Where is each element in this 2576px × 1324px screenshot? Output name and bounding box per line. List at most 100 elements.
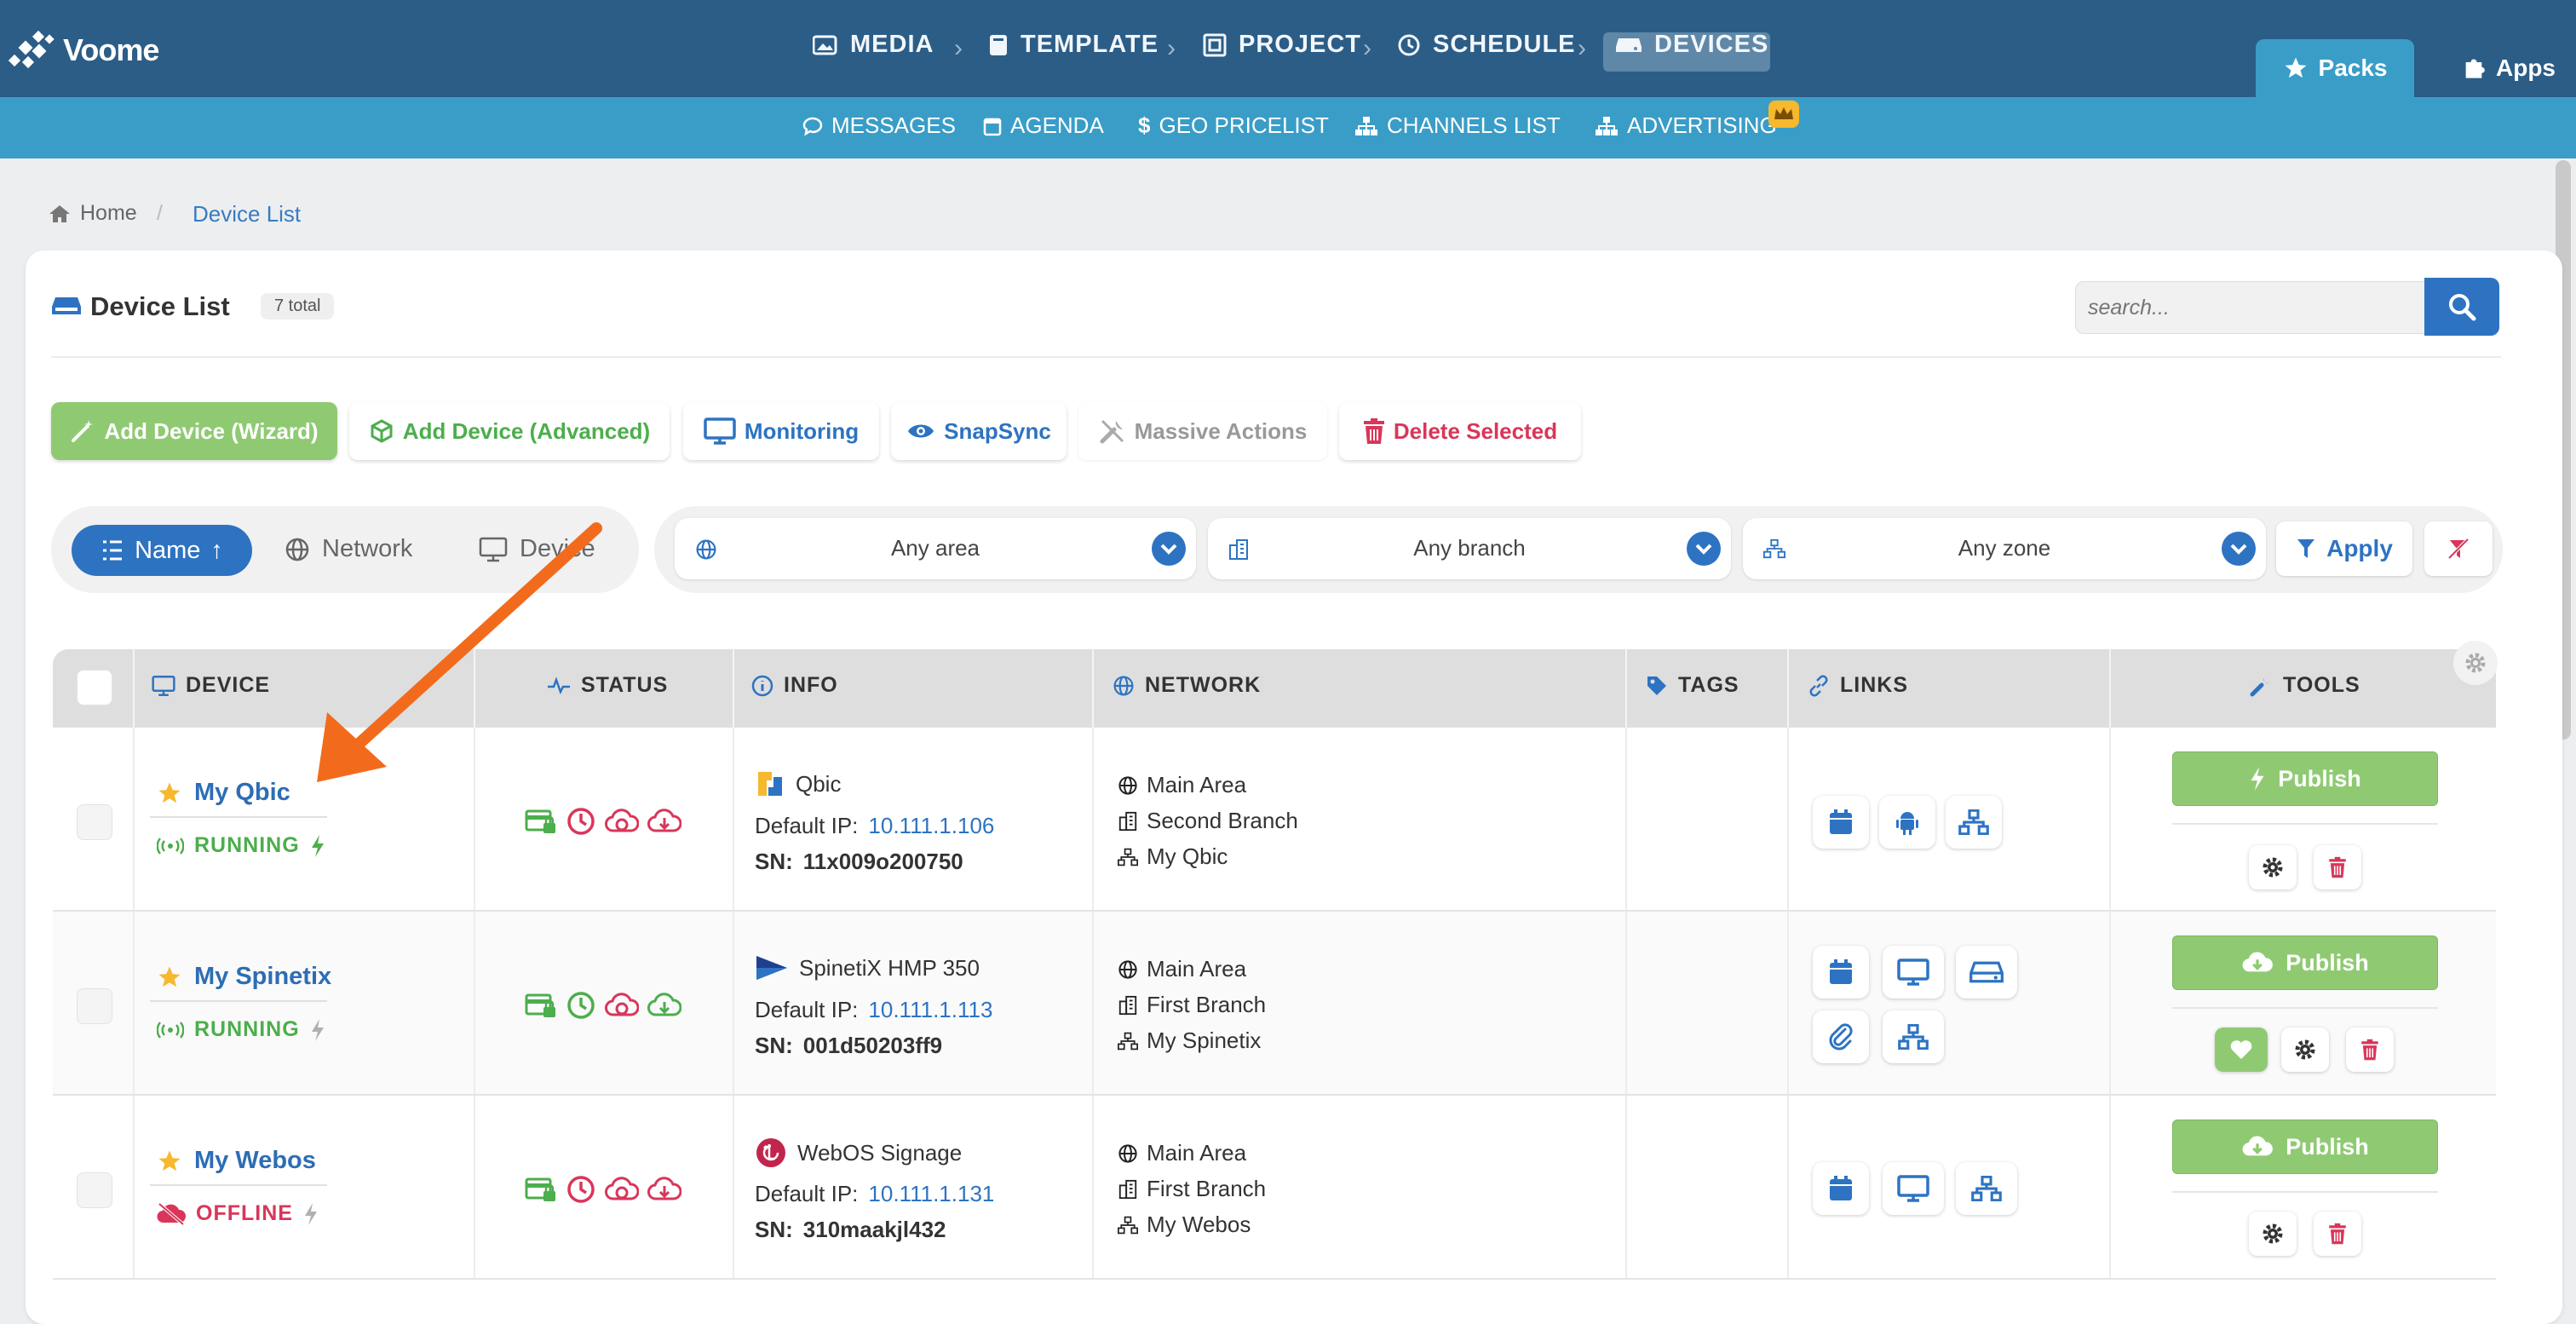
clear-filter-button[interactable]: [2424, 521, 2493, 576]
bolt-icon[interactable]: [303, 1202, 319, 1226]
tab-packs[interactable]: Packs: [2256, 39, 2414, 97]
device-name-link[interactable]: My Qbic: [157, 779, 290, 807]
link-monitor-button[interactable]: [1883, 946, 1944, 999]
row-checkbox[interactable]: [77, 988, 112, 1024]
column-header-network[interactable]: NETWORK: [1113, 673, 1261, 698]
link-monitor-button[interactable]: [1883, 1162, 1944, 1215]
book-icon: [988, 33, 1009, 57]
subnav-geo-pricelist[interactable]: $ GEO PRICELIST: [1138, 112, 1329, 139]
monitor-icon: [1896, 1175, 1930, 1202]
select-all-checkbox[interactable]: [77, 670, 112, 705]
app-name[interactable]: Voome: [63, 32, 159, 68]
nav-media-label: MEDIA: [850, 31, 934, 58]
device-settings-button[interactable]: [2249, 1212, 2297, 1256]
image-icon: [813, 34, 838, 56]
link-storage-button[interactable]: [1956, 946, 2017, 999]
link-android-button[interactable]: [1879, 796, 1935, 849]
breadcrumb-home[interactable]: Home: [48, 201, 137, 226]
search-button[interactable]: [2424, 278, 2499, 336]
nav-schedule[interactable]: SCHEDULE: [1397, 31, 1576, 59]
subnav-agenda[interactable]: AGENDA: [983, 112, 1104, 139]
device-serial-value: 001d50203ff9: [802, 1033, 943, 1058]
nav-schedule-label: SCHEDULE: [1433, 31, 1576, 58]
sort-direction-arrow: ↑: [210, 536, 223, 564]
nav-media[interactable]: MEDIA: [813, 31, 934, 59]
globe-icon: [1113, 675, 1135, 697]
column-header-links[interactable]: LINKS: [1808, 673, 1908, 698]
delete-device-button[interactable]: [2314, 1212, 2361, 1256]
column-header-tags[interactable]: TAGS: [1646, 673, 1739, 698]
subnav-channels-list[interactable]: CHANNELS LIST: [1354, 112, 1561, 139]
table-row[interactable]: [53, 912, 2496, 1096]
column-divider: [733, 1096, 734, 1278]
link-network-button[interactable]: [1946, 796, 2002, 849]
globe-icon: [1118, 959, 1138, 980]
snapsync-button[interactable]: SnapSync: [891, 402, 1067, 460]
link-attachment-button[interactable]: [1813, 1010, 1869, 1063]
android-icon: [1895, 809, 1920, 836]
column-header-network-label: NETWORK: [1145, 673, 1262, 697]
publish-button[interactable]: Publish: [2172, 1120, 2438, 1174]
link-calendar-button[interactable]: [1813, 796, 1869, 849]
star-icon[interactable]: [157, 780, 182, 806]
star-icon[interactable]: [157, 1148, 182, 1174]
column-header-device[interactable]: DEVICE: [152, 673, 270, 698]
sort-by-network-button[interactable]: Network: [285, 535, 412, 563]
tab-apps[interactable]: Apps: [2445, 39, 2573, 97]
sitemap-icon: [1118, 1032, 1138, 1051]
delete-selected-button[interactable]: Delete Selected: [1339, 402, 1581, 460]
delete-device-button[interactable]: [2346, 1028, 2394, 1072]
publish-button[interactable]: Publish: [2172, 935, 2438, 990]
device-ip-link[interactable]: 10.111.1.131: [868, 1181, 994, 1207]
subnav-advertising[interactable]: ADVERTISING: [1595, 112, 1777, 139]
network-branch: First Branch: [1118, 992, 1266, 1018]
nav-template[interactable]: TEMPLATE: [988, 31, 1159, 59]
column-header-tools[interactable]: TOOLS: [2249, 673, 2360, 698]
device-model: Qbic: [755, 768, 841, 799]
monitoring-button[interactable]: Monitoring: [683, 402, 879, 460]
search-input[interactable]: [2075, 281, 2429, 334]
voome-logo-icon[interactable]: [9, 29, 61, 75]
tools-divider: [2172, 1191, 2438, 1193]
column-divider: [2109, 1096, 2111, 1278]
bolt-icon[interactable]: [310, 1018, 325, 1042]
device-name-link[interactable]: My Spinetix: [157, 963, 331, 991]
building-icon: [1118, 995, 1138, 1016]
area-filter-select[interactable]: Any area: [675, 518, 1196, 579]
sort-by-device-button[interactable]: Device: [479, 535, 595, 563]
star-icon[interactable]: [157, 964, 182, 990]
apply-filter-button[interactable]: Apply: [2276, 521, 2412, 576]
nav-project[interactable]: PROJECT: [1203, 31, 1361, 59]
column-divider: [133, 728, 135, 910]
device-name-link[interactable]: My Webos: [157, 1147, 316, 1175]
search-icon: [2447, 292, 2476, 321]
column-header-info[interactable]: INFO: [751, 673, 838, 698]
device-ip-link[interactable]: 10.111.1.113: [868, 997, 992, 1023]
publish-button[interactable]: Publish: [2172, 751, 2438, 806]
zone-filter-select[interactable]: Any zone: [1743, 518, 2266, 579]
bolt-icon[interactable]: [310, 834, 325, 858]
link-network-button[interactable]: [1883, 1010, 1944, 1063]
branch-filter-select[interactable]: Any branch: [1208, 518, 1731, 579]
clock-icon: [566, 990, 596, 1021]
table-settings-button[interactable]: [2453, 641, 2498, 685]
row-checkbox[interactable]: [77, 1172, 112, 1208]
massive-actions-button[interactable]: Massive Actions: [1078, 402, 1327, 460]
link-calendar-button[interactable]: [1813, 1162, 1869, 1215]
row-checkbox[interactable]: [77, 804, 112, 840]
column-header-status[interactable]: STATUS: [547, 673, 668, 698]
link-calendar-button[interactable]: [1813, 946, 1869, 999]
device-ip-link[interactable]: 10.111.1.106: [868, 813, 994, 839]
nav-devices[interactable]: DEVICES: [1615, 31, 1768, 59]
add-device-advanced-button[interactable]: Add Device (Advanced): [349, 402, 670, 460]
sort-by-name-button[interactable]: Name ↑: [72, 525, 252, 576]
device-health-button[interactable]: [2215, 1028, 2268, 1072]
link-network-button[interactable]: [1956, 1162, 2017, 1215]
add-device-wizard-button[interactable]: Add Device (Wizard): [51, 402, 337, 460]
subnav-messages[interactable]: MESSAGES: [802, 112, 956, 139]
column-divider: [2109, 912, 2111, 1094]
table-row[interactable]: [53, 1096, 2496, 1280]
device-settings-button[interactable]: [2249, 845, 2297, 889]
delete-device-button[interactable]: [2314, 845, 2361, 889]
device-settings-button[interactable]: [2281, 1028, 2329, 1072]
